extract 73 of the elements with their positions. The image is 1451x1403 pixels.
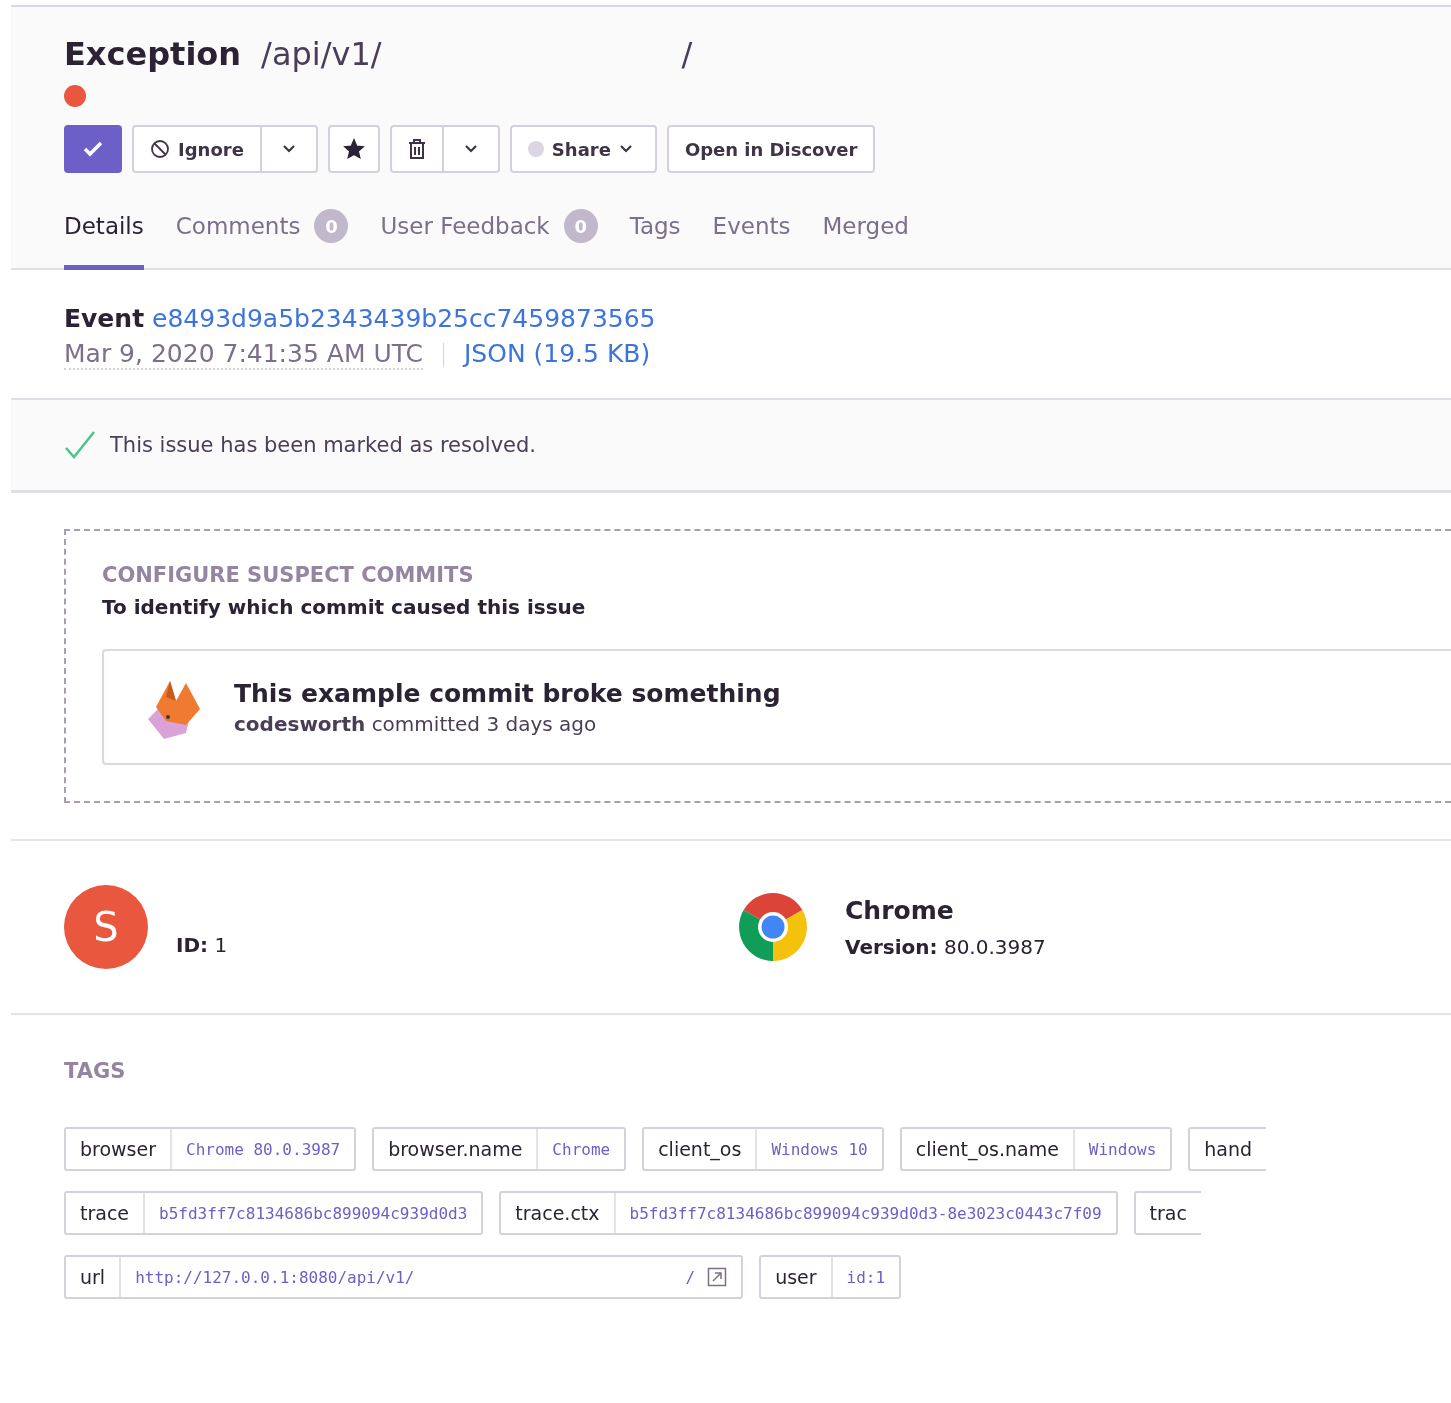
tab-label: Tags bbox=[629, 213, 681, 239]
resolved-notice: This issue has been marked as resolved. bbox=[110, 433, 536, 457]
tag-pill[interactable]: hand bbox=[1188, 1127, 1267, 1171]
tab-label: Events bbox=[712, 213, 791, 239]
tag-pill[interactable]: url http://127.0.0.1:8080/api/v1/ / bbox=[64, 1255, 744, 1299]
tag-value-text: http://127.0.0.1:8080/api/v1/ bbox=[135, 1267, 415, 1287]
tag-pill[interactable]: client_os Windows 10 bbox=[642, 1127, 884, 1171]
issue-path-tail: / bbox=[681, 35, 693, 73]
tag-pill[interactable]: trace b5fd3ff7c8134686bc899094c939d0d3 bbox=[64, 1191, 484, 1235]
tab[interactable]: Details bbox=[64, 209, 144, 270]
tag-key: trace.ctx bbox=[501, 1193, 614, 1233]
tag-value-text: Windows 10 bbox=[771, 1139, 868, 1159]
resolve-button[interactable] bbox=[64, 125, 122, 173]
external-link-icon[interactable] bbox=[707, 1267, 728, 1287]
ignore-button[interactable]: Ignore bbox=[132, 125, 262, 173]
section-heading: CONFIGURE SUSPECT COMMITS bbox=[102, 563, 475, 587]
chevron-down-icon bbox=[618, 144, 633, 154]
commit-message: This example commit broke something bbox=[234, 678, 781, 708]
tab[interactable]: User Feedback 0 bbox=[380, 209, 598, 270]
tag-value-text: b5fd3ff7c8134686bc899094c939d0d3 bbox=[159, 1203, 468, 1223]
tab-label: Details bbox=[64, 213, 144, 239]
tag-pill[interactable]: browser.name Chrome bbox=[372, 1127, 627, 1171]
bookmark-button[interactable] bbox=[327, 125, 380, 173]
issue-title: Exception bbox=[64, 35, 242, 73]
tab[interactable]: Merged bbox=[822, 209, 909, 270]
ban-icon bbox=[150, 139, 170, 159]
user-avatar: S bbox=[64, 885, 148, 969]
tag-value-text: Windows bbox=[1088, 1139, 1157, 1159]
share-button[interactable]: Share bbox=[509, 125, 657, 173]
tab[interactable]: Comments 0 bbox=[175, 209, 349, 270]
tag-key: browser.name bbox=[374, 1129, 537, 1169]
section-subtitle: To identify which commit caused this issue bbox=[102, 595, 587, 619]
event-date: Mar 9, 2020 7:41:35 AM UTC bbox=[64, 339, 423, 370]
chevron-down-icon bbox=[463, 144, 478, 154]
tag-value-tail: / bbox=[685, 1267, 696, 1287]
chevron-down-icon bbox=[281, 144, 296, 154]
trash-icon bbox=[406, 138, 427, 160]
user-id: ID: 1 bbox=[176, 933, 228, 957]
issue-path: /api/v1/ bbox=[261, 35, 382, 73]
tag-pill[interactable]: browser Chrome 80.0.3987 bbox=[64, 1127, 357, 1171]
discover-button[interactable]: Open in Discover bbox=[666, 125, 876, 173]
tab-label: Merged bbox=[822, 213, 909, 239]
check-icon bbox=[82, 140, 104, 158]
delete-button[interactable] bbox=[389, 125, 444, 173]
tag-pill[interactable]: user id:1 bbox=[759, 1255, 902, 1299]
tag-pill[interactable]: trac bbox=[1133, 1191, 1201, 1235]
event-label: Event bbox=[64, 304, 145, 333]
tag-value-text: Chrome 80.0.3987 bbox=[186, 1139, 341, 1159]
count-badge: 0 bbox=[314, 209, 349, 243]
check-icon bbox=[64, 430, 96, 460]
json-link[interactable]: JSON (19.5 KB) bbox=[464, 339, 651, 370]
count-badge: 0 bbox=[563, 209, 598, 243]
tag-value-text: b5fd3ff7c8134686bc899094c939d0d3-8e3023c0443c7f09 bbox=[629, 1203, 1102, 1223]
tab[interactable]: Tags bbox=[629, 209, 681, 270]
tab[interactable]: Events bbox=[712, 209, 791, 270]
tag-key: url bbox=[66, 1257, 120, 1297]
tag-pill[interactable]: client_os.name Windows bbox=[899, 1127, 1173, 1171]
tag-key: browser bbox=[66, 1129, 171, 1169]
tag-pill[interactable]: trace.ctx b5fd3ff7c8134686bc899094c939d0d3-8e3023c0443c7f09 bbox=[499, 1191, 1118, 1235]
tag-key: client_os.name bbox=[901, 1129, 1073, 1169]
tag-key: client_os bbox=[644, 1129, 756, 1169]
tab-label: User Feedback bbox=[380, 213, 550, 239]
event-id-link[interactable]: e8493d9a5b2343439b25cc7459873565 bbox=[152, 304, 656, 333]
star-icon bbox=[342, 138, 365, 160]
tag-key: user bbox=[761, 1257, 831, 1297]
tag-key: trace bbox=[66, 1193, 144, 1233]
tab-label: Comments bbox=[175, 213, 301, 239]
tag-value-text: Chrome bbox=[552, 1139, 611, 1159]
browser-version: Version: 80.0.3987 bbox=[845, 934, 1046, 959]
commit-meta: codesworth committed 3 days ago bbox=[234, 711, 598, 736]
tag-value-text: id:1 bbox=[846, 1267, 886, 1287]
tags-heading: TAGS bbox=[64, 1059, 127, 1083]
browser-name: Chrome bbox=[845, 895, 955, 925]
